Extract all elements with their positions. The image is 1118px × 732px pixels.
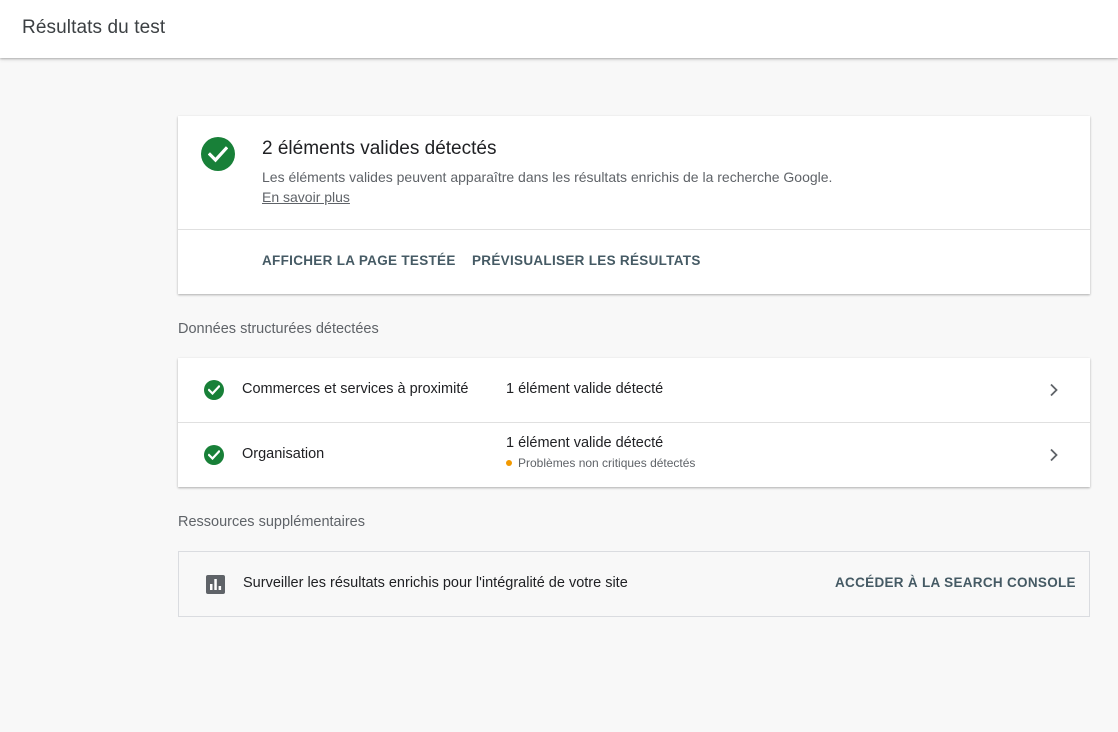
check-circle-icon bbox=[204, 445, 224, 465]
bar-chart-icon bbox=[206, 575, 225, 594]
resources-text: Surveiller les résultats enrichis pour l… bbox=[243, 575, 628, 591]
search-console-link[interactable]: ACCÉDER À LA SEARCH CONSOLE bbox=[835, 575, 1076, 590]
item-status: 1 élément valide détecté bbox=[506, 381, 664, 397]
item-name: Organisation bbox=[242, 446, 325, 462]
preview-results-button[interactable]: PRÉVISUALISER LES RÉSULTATS bbox=[472, 253, 701, 268]
chevron-right-icon bbox=[1050, 448, 1058, 462]
structured-data-heading: Données structurées détectées bbox=[178, 321, 379, 337]
warning-dot-icon bbox=[506, 460, 512, 466]
app-header: Résultats du test bbox=[0, 0, 1118, 58]
summary-description-text: Les éléments valides peuvent apparaître … bbox=[262, 169, 833, 185]
item-warning: Problèmes non critiques détectés bbox=[506, 456, 695, 470]
resources-heading: Ressources supplémentaires bbox=[178, 514, 365, 530]
chevron-right-icon bbox=[1050, 383, 1058, 397]
item-status: 1 élément valide détecté bbox=[506, 435, 664, 451]
page-title: Résultats du test bbox=[22, 17, 166, 38]
summary-card: 2 éléments valides détectés Les éléments… bbox=[178, 116, 1090, 294]
list-item-organization[interactable]: Organisation 1 élément valide détecté Pr… bbox=[178, 423, 1090, 487]
check-circle-icon bbox=[201, 137, 235, 171]
check-circle-icon bbox=[204, 380, 224, 400]
learn-more-link[interactable]: En savoir plus bbox=[262, 189, 350, 205]
view-tested-page-button[interactable]: AFFICHER LA PAGE TESTÉE bbox=[262, 253, 456, 268]
structured-data-list: Commerces et services à proximité 1 élém… bbox=[178, 358, 1090, 487]
summary-title: 2 éléments valides détectés bbox=[262, 138, 497, 159]
divider bbox=[178, 229, 1090, 230]
resources-panel: Surveiller les résultats enrichis pour l… bbox=[178, 551, 1090, 617]
summary-description: Les éléments valides peuvent apparaître … bbox=[262, 167, 842, 207]
item-name: Commerces et services à proximité bbox=[242, 381, 469, 397]
item-warning-text: Problèmes non critiques détectés bbox=[518, 456, 696, 470]
list-item-local-business[interactable]: Commerces et services à proximité 1 élém… bbox=[178, 358, 1090, 423]
